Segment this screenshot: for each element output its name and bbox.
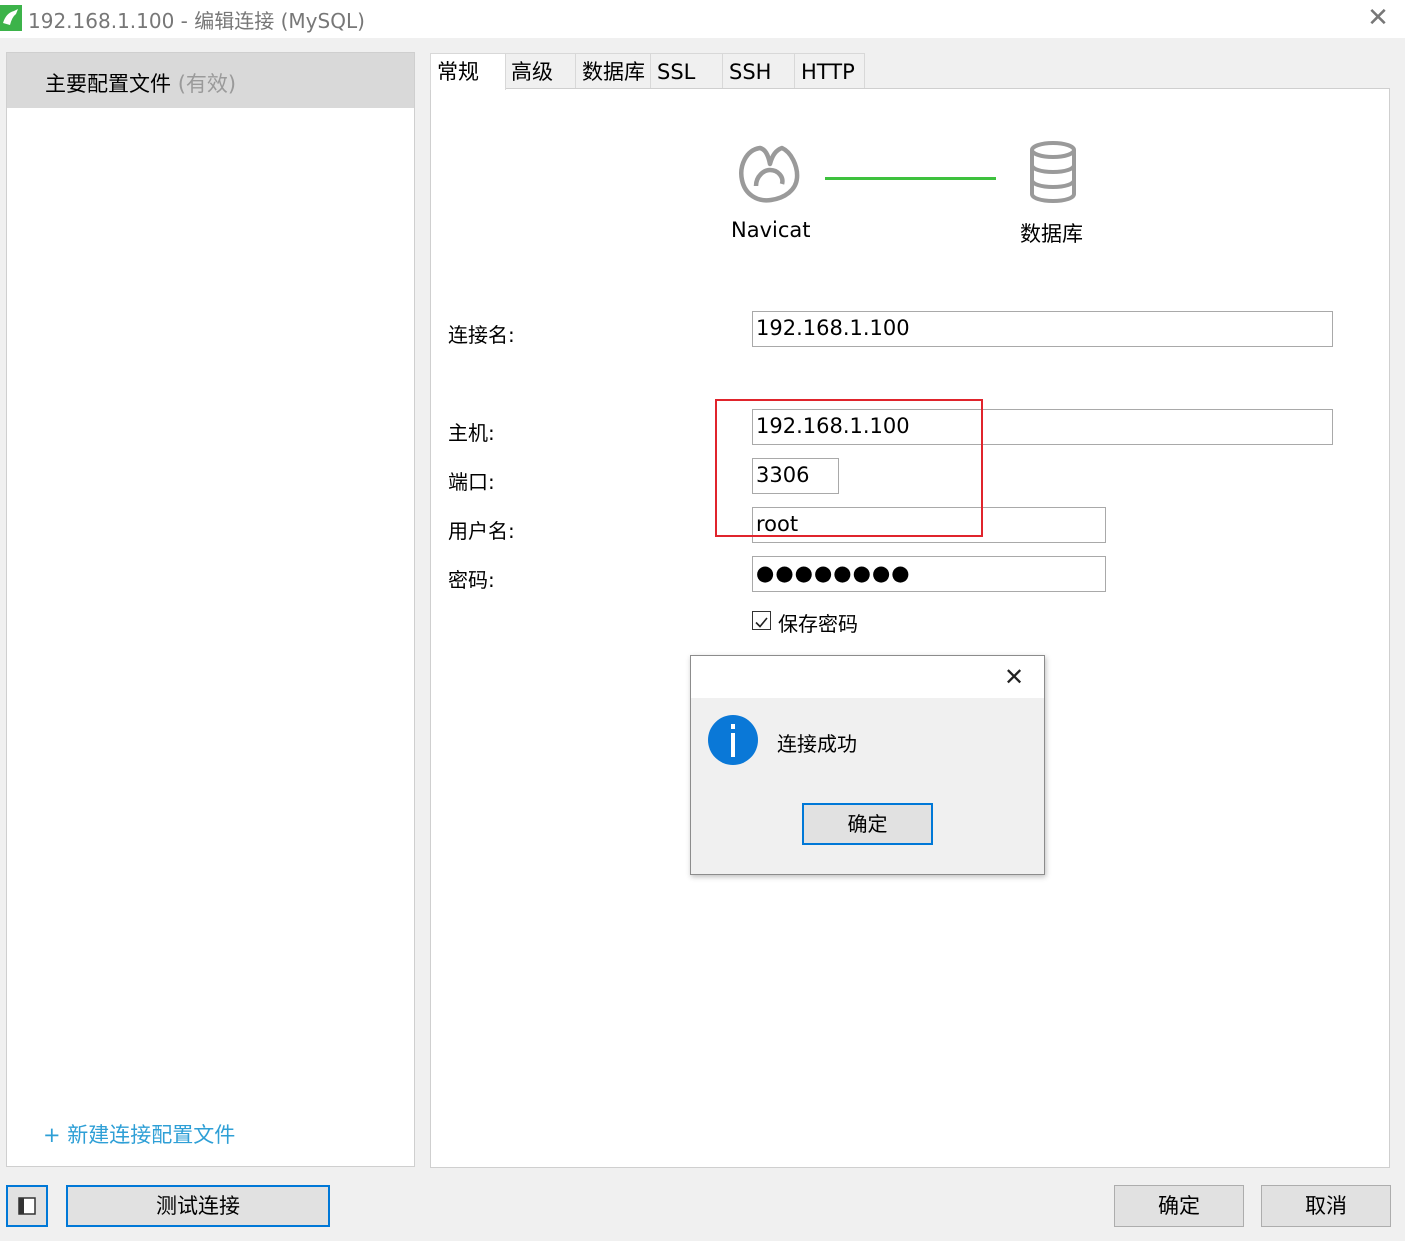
connection-line (825, 177, 996, 180)
save-password-label[interactable]: 保存密码 (778, 608, 858, 637)
success-message-dialog: ✕ 连接成功 确定 (690, 655, 1045, 875)
tab-database[interactable]: 数据库 (575, 53, 651, 89)
dialog-title-bar: ✕ (691, 656, 1044, 698)
window-close-icon[interactable]: ✕ (1364, 4, 1392, 32)
database-label: 数据库 (1020, 222, 1083, 246)
info-icon (707, 714, 759, 766)
tab-ssl[interactable]: SSL (650, 53, 723, 89)
profile-status: (有效) (177, 72, 237, 96)
port-label: 端口: (448, 470, 495, 494)
navicat-app-icon (0, 5, 22, 31)
password-label: 密码: (448, 568, 495, 592)
window-title: 192.168.1.100 - 编辑连接 (MySQL) (28, 9, 365, 33)
profile-name: 主要配置文件 (45, 72, 171, 96)
highlight-annotation-box (715, 399, 983, 537)
tab-ssh[interactable]: SSH (722, 53, 795, 89)
profile-sidebar: 主要配置文件 (有效) + 新建连接配置文件 (6, 52, 415, 1167)
profile-list-item[interactable]: 主要配置文件 (有效) (7, 53, 414, 108)
navicat-logo-icon (736, 140, 802, 206)
connection-name-label: 连接名: (448, 323, 515, 347)
title-bar: 192.168.1.100 - 编辑连接 (MySQL) ✕ (0, 0, 1405, 38)
dialog-close-icon[interactable]: ✕ (999, 662, 1029, 692)
toggle-sidebar-button[interactable] (6, 1185, 48, 1227)
tab-general[interactable]: 常规 (430, 53, 506, 90)
database-icon (1028, 140, 1078, 206)
username-label: 用户名: (448, 519, 515, 543)
save-password-checkbox[interactable] (752, 611, 771, 630)
checkmark-icon (755, 617, 768, 628)
test-connection-button[interactable]: 测试连接 (66, 1185, 330, 1227)
password-input[interactable]: ●●●●●●●● (752, 556, 1106, 592)
sidebar-toggle-icon (18, 1197, 36, 1215)
general-tab-panel (430, 88, 1390, 1168)
navicat-label: Navicat (731, 218, 811, 242)
connection-name-input[interactable]: 192.168.1.100 (752, 311, 1333, 347)
new-profile-link[interactable]: + 新建连接配置文件 (43, 1119, 235, 1149)
dialog-message: 连接成功 (777, 732, 857, 756)
tab-advanced[interactable]: 高级 (504, 53, 576, 89)
host-label: 主机: (448, 421, 495, 445)
tab-http[interactable]: HTTP (794, 53, 865, 89)
dialog-ok-button[interactable]: 确定 (802, 803, 933, 845)
profile-label: 主要配置文件 (有效) (45, 68, 236, 98)
cancel-button[interactable]: 取消 (1261, 1185, 1391, 1227)
ok-button[interactable]: 确定 (1114, 1185, 1244, 1227)
